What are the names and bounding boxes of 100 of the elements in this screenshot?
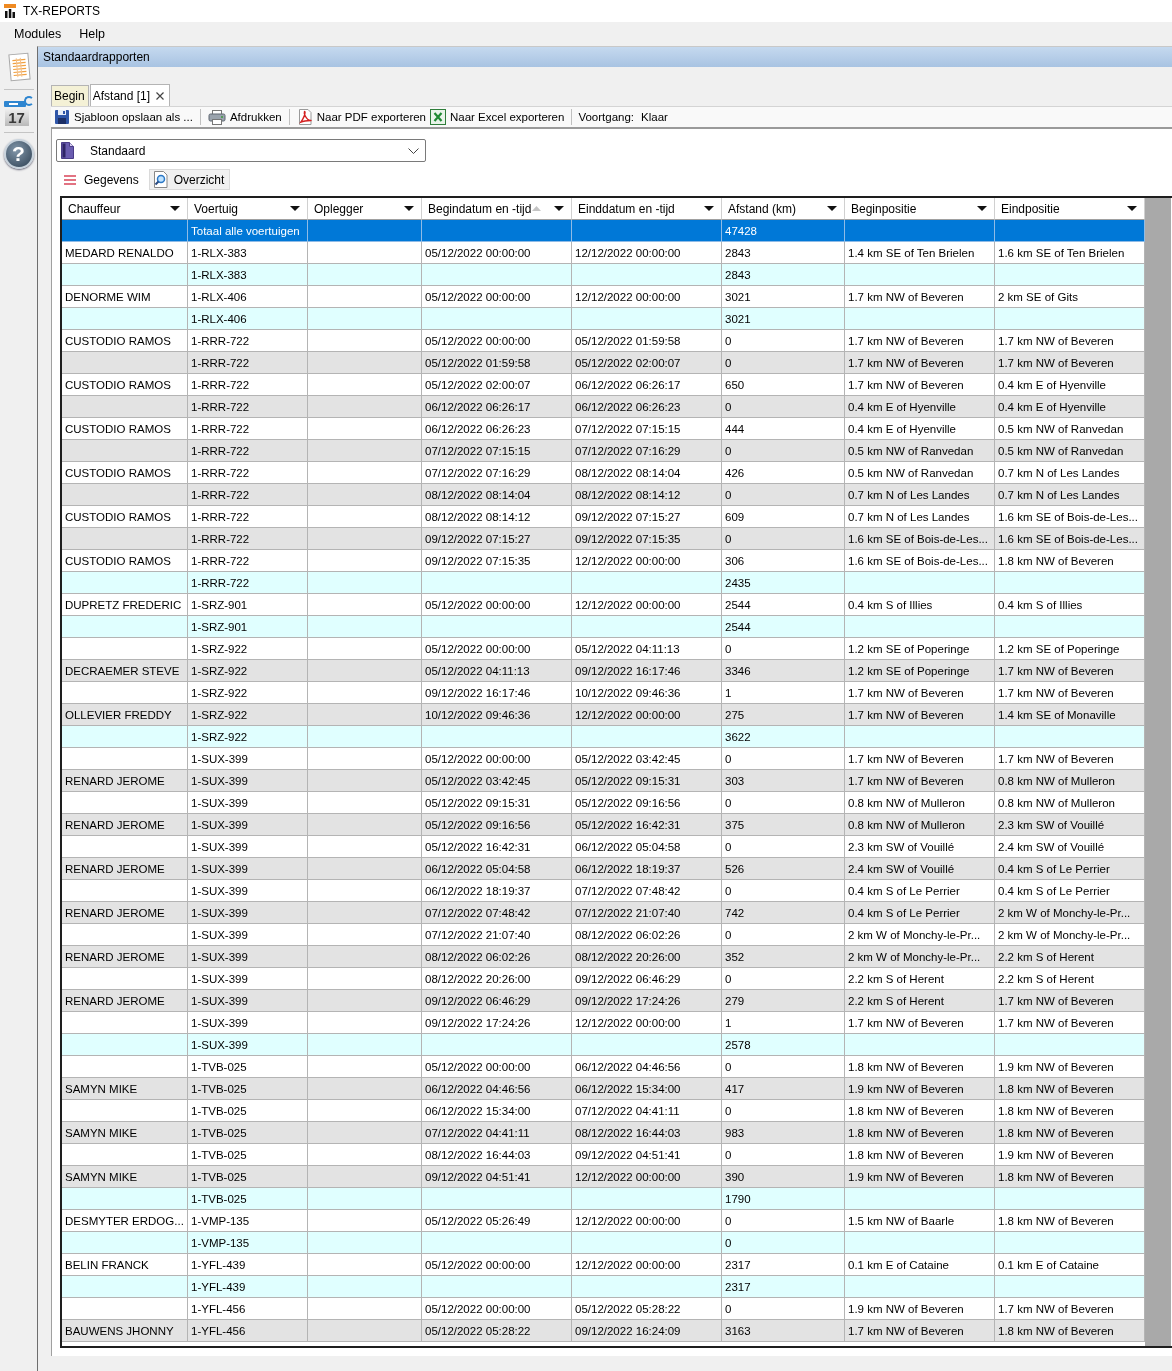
progress-status: Klaar	[641, 111, 668, 123]
caret-down-icon[interactable]	[554, 206, 564, 211]
calendar-button[interactable]: 17	[3, 96, 34, 126]
table-row[interactable]: BAUWENS JHONNY 1-YFL-456 05/12/2022 05:28:22 09/12/2022 16:24:09 3163 1.7 km NW of Beveren 1.8 km NW of Beveren	[62, 1320, 1145, 1342]
table-row[interactable]: RENARD JEROME 1-SUX-399 09/12/2022 06:46:29 09/12/2022 17:24:26 279 2.2 km S of Herent 1.7 km NW of Beveren	[62, 990, 1145, 1012]
table-row[interactable]: 1-RRR-722 05/12/2022 01:59:58 05/12/2022 02:00:07 0 1.7 km NW of Beveren 1.7 km NW of Beveren	[62, 352, 1145, 374]
menu-item[interactable]: Modules	[5, 24, 71, 44]
sort-arrow-icon	[532, 206, 542, 211]
table-row[interactable]: CUSTODIO RAMOS 1-RRR-722 05/12/2022 02:00:07 06/12/2022 06:26:17 650 1.7 km NW of Beveren 0.4 km E of Hyenville	[62, 374, 1145, 396]
table-row[interactable]: Totaal alle voertuigen 47428	[62, 220, 1145, 242]
table-row[interactable]: SAMYN MIKE 1-TVB-025 06/12/2022 04:46:56 06/12/2022 15:34:00 417 1.9 km NW of Beveren 1.8 km NW of Beveren	[62, 1078, 1145, 1100]
excel-export-button[interactable]: Naar Excel exporteren	[428, 109, 567, 125]
table-row[interactable]: 1-SRZ-922 3622	[62, 726, 1145, 748]
help-button[interactable]: ?	[3, 139, 34, 169]
table-row[interactable]: 1-RRR-722 2435	[62, 572, 1145, 594]
table-row[interactable]: MEDARD RENALDO 1-RLX-383 05/12/2022 00:00:00 12/12/2022 00:00:00 2843 1.4 km SE of Ten Brielen 1.6 km SE of Ten Brielen	[62, 242, 1145, 264]
column-header[interactable]: Beginpositie	[845, 198, 995, 220]
table-row[interactable]: 1-SUX-399 05/12/2022 16:42:31 06/12/2022 05:04:58 0 2.3 km SW of Vouillé 2.4 km SW of Vouillé	[62, 836, 1145, 858]
caret-down-icon[interactable]	[290, 206, 300, 211]
table-row[interactable]: 1-RLX-406 3021	[62, 308, 1145, 330]
table-row[interactable]: OLLEVIER FREDDY 1-SRZ-922 10/12/2022 09:46:36 12/12/2022 00:00:00 275 1.7 km NW of Beveren 1.4 km SE of Monaville	[62, 704, 1145, 726]
table-row[interactable]: RENARD JEROME 1-SUX-399 08/12/2022 06:02:26 08/12/2022 20:26:00 352 2 km W of Monchy-le-Pr... 2.2 km S of Herent	[62, 946, 1145, 968]
table-row[interactable]: CUSTODIO RAMOS 1-RRR-722 05/12/2022 00:00:00 05/12/2022 01:59:58 0 1.7 km NW of Beveren 1.7 km NW of Beveren	[62, 330, 1145, 352]
table-row[interactable]: RENARD JEROME 1-SUX-399 07/12/2022 07:48:42 07/12/2022 21:07:40 742 0.4 km S of Le Perrier 2 km W of Monchy-le-Pr...	[62, 902, 1145, 924]
column-header[interactable]: Oplegger	[308, 198, 422, 220]
table-row[interactable]: CUSTODIO RAMOS 1-RRR-722 07/12/2022 07:16:29 08/12/2022 08:14:04 426 0.5 km NW of Ranvedan 0.7 km N of Les Landes	[62, 462, 1145, 484]
table-cell: 3163	[722, 1320, 845, 1342]
table-row[interactable]: 1-VMP-135 0	[62, 1232, 1145, 1254]
spreadsheet-icon	[430, 109, 446, 125]
list-icon	[63, 173, 77, 186]
table-row[interactable]: 1-RLX-383 2843	[62, 264, 1145, 286]
table-row[interactable]: CUSTODIO RAMOS 1-RRR-722 08/12/2022 08:14:12 09/12/2022 07:15:27 609 0.7 km N of Les Landes 1.6 km SE of Bois-de-Les...	[62, 506, 1145, 528]
chevron-down-icon[interactable]	[408, 147, 419, 154]
table-cell: 1.7 km NW of Beveren	[845, 1320, 995, 1342]
table-row[interactable]: 1-RRR-722 06/12/2022 06:26:17 06/12/2022 06:26:23 0 0.4 km E of Hyenville 0.4 km E of Hyenville	[62, 396, 1145, 418]
table-row[interactable]: DECRAEMER STEVE 1-SRZ-922 05/12/2022 04:11:13 09/12/2022 16:17:46 3346 1.2 km SE of Poperinge 1.7 km NW of Beveren	[62, 660, 1145, 682]
table-row[interactable]: 1-TVB-025 08/12/2022 16:44:03 09/12/2022 04:51:41 0 1.8 km NW of Beveren 1.9 km NW of Beveren	[62, 1144, 1145, 1166]
table-row[interactable]: DUPRETZ FREDERIC 1-SRZ-901 05/12/2022 00:00:00 12/12/2022 00:00:00 2544 0.4 km S of Illies 0.4 km S of Illies	[62, 594, 1145, 616]
caret-down-icon[interactable]	[404, 206, 414, 211]
table-cell: 09/12/2022 16:24:09	[572, 1320, 722, 1342]
table-row[interactable]: RENARD JEROME 1-SUX-399 05/12/2022 03:42:45 05/12/2022 09:15:31 303 1.7 km NW of Beveren 0.8 km NW of Mulleron	[62, 770, 1145, 792]
column-header[interactable]: Einddatum en -tijd	[572, 198, 722, 220]
scrollbar[interactable]	[1145, 198, 1171, 1346]
magnifier-document-icon	[152, 171, 169, 188]
table-row[interactable]: 1-SRZ-922 05/12/2022 00:00:00 05/12/2022 04:11:13 0 1.2 km SE of Poperinge 1.2 km SE of Poperinge	[62, 638, 1145, 660]
table-row[interactable]: BELIN FRANCK 1-YFL-439 05/12/2022 00:00:00 12/12/2022 00:00:00 2317 0.1 km E of Cataine 0.1 km E of Cataine	[62, 1254, 1145, 1276]
save-template-button[interactable]: Sjabloon opslaan als ...	[52, 109, 195, 125]
table-row[interactable]: 1-SUX-399 05/12/2022 09:15:31 05/12/2022 09:16:56 0 0.8 km NW of Mulleron 0.8 km NW of Mulleron	[62, 792, 1145, 814]
table-row[interactable]: CUSTODIO RAMOS 1-RRR-722 06/12/2022 06:26:23 07/12/2022 07:15:15 444 0.4 km E of Hyenville 0.5 km NW of Ranvedan	[62, 418, 1145, 440]
table-row[interactable]: RENARD JEROME 1-SUX-399 06/12/2022 05:04:58 06/12/2022 18:19:37 526 2.4 km SW of Vouillé 0.4 km S of Le Perrier	[62, 858, 1145, 880]
table-row[interactable]: 1-YFL-439 2317	[62, 1276, 1145, 1298]
table-row[interactable]: DESMYTER ERDOG... 1-VMP-135 05/12/2022 05:26:49 12/12/2022 00:00:00 0 1.5 km NW of Baarle 1.8 km NW of Beveren	[62, 1210, 1145, 1232]
window-title: TX-REPORTS	[23, 4, 101, 18]
column-header[interactable]: Eindpositie	[995, 198, 1145, 220]
table-cell: BAUWENS JHONNY	[62, 1320, 188, 1342]
table-row[interactable]: 1-RRR-722 07/12/2022 07:15:15 07/12/2022 07:16:29 0 0.5 km NW of Ranvedan 0.5 km NW of Ranvedan	[62, 440, 1145, 462]
column-header[interactable]: Voertuig	[188, 198, 308, 220]
template-select[interactable]: Standaard	[56, 139, 426, 162]
table-row[interactable]: 1-SRZ-901 2544	[62, 616, 1145, 638]
table-row[interactable]: 1-SUX-399 05/12/2022 00:00:00 05/12/2022 03:42:45 0 1.7 km NW of Beveren 1.7 km NW of Beveren	[62, 748, 1145, 770]
table-row[interactable]: 1-TVB-025 05/12/2022 00:00:00 06/12/2022 04:46:56 0 1.8 km NW of Beveren 1.9 km NW of Beveren	[62, 1056, 1145, 1078]
table-row[interactable]: 1-RRR-722 08/12/2022 08:14:04 08/12/2022 08:14:12 0 0.7 km N of Les Landes 0.7 km N of Les Landes	[62, 484, 1145, 506]
table-row[interactable]: 1-SUX-399 08/12/2022 20:26:00 09/12/2022 06:46:29 0 2.2 km S of Herent 2.2 km S of Herent	[62, 968, 1145, 990]
caret-down-icon[interactable]	[977, 206, 987, 211]
pdf-document-icon	[296, 109, 313, 125]
caret-down-icon[interactable]	[170, 206, 180, 211]
pdf-export-button[interactable]: Naar PDF exporteren	[294, 109, 428, 125]
view-tab[interactable]: Overzicht	[148, 169, 231, 190]
panel-header: Standaardrapporten	[38, 47, 1172, 67]
column-header[interactable]: Begindatum en -tijd	[422, 198, 572, 220]
column-header[interactable]: Chauffeur	[62, 198, 188, 220]
table-row[interactable]: 1-SUX-399 07/12/2022 21:07:40 08/12/2022 06:02:26 0 2 km W of Monchy-le-Pr... 2 km W of Monchy-le-Pr...	[62, 924, 1145, 946]
close-icon[interactable]	[156, 91, 165, 100]
table-row[interactable]: CUSTODIO RAMOS 1-RRR-722 09/12/2022 07:15:35 12/12/2022 00:00:00 306 1.6 km SE of Bois-de-Les... 1.8 km NW of Beveren	[62, 550, 1145, 572]
table-cell: 1-YFL-456	[188, 1320, 308, 1342]
table-row[interactable]: DENORME WIM 1-RLX-406 05/12/2022 00:00:00 12/12/2022 00:00:00 3021 1.7 km NW of Beveren 2 km SE of Gits	[62, 286, 1145, 308]
report-sheet-icon	[5, 52, 32, 82]
column-header[interactable]: Afstand (km)	[722, 198, 845, 220]
caret-down-icon[interactable]	[827, 206, 837, 211]
table-row[interactable]: 1-SUX-399 2578	[62, 1034, 1145, 1056]
menu-item[interactable]: Help	[70, 24, 114, 44]
printer-icon	[207, 109, 226, 125]
table-row[interactable]: 1-SUX-399 06/12/2022 18:19:37 07/12/2022 07:48:42 0 0.4 km S of Le Perrier 0.4 km S of Le Perrier	[62, 880, 1145, 902]
print-button[interactable]: Afdrukken	[205, 109, 284, 125]
caret-down-icon[interactable]	[704, 206, 714, 211]
document-icon	[61, 142, 74, 159]
table-row[interactable]: 1-TVB-025 1790	[62, 1188, 1145, 1210]
table-row[interactable]: 1-SUX-399 09/12/2022 17:24:26 12/12/2022 00:00:00 1 1.7 km NW of Beveren 1.7 km NW of Beveren	[62, 1012, 1145, 1034]
tab[interactable]: Afstand [1]	[89, 84, 171, 106]
table-row[interactable]: RENARD JEROME 1-SUX-399 05/12/2022 09:16:56 05/12/2022 16:42:31 375 0.8 km NW of Mulleron 2.3 km SW of Vouillé	[62, 814, 1145, 836]
table-row[interactable]: SAMYN MIKE 1-TVB-025 07/12/2022 04:41:11 08/12/2022 16:44:03 983 1.8 km NW of Beveren 1.8 km NW of Beveren	[62, 1122, 1145, 1144]
tab[interactable]: Begin	[51, 85, 89, 106]
table-row[interactable]: 1-TVB-025 06/12/2022 15:34:00 07/12/2022 04:41:11 0 1.8 km NW of Beveren 1.8 km NW of Beveren	[62, 1100, 1145, 1122]
table-row[interactable]: 1-YFL-456 05/12/2022 00:00:00 05/12/2022 05:28:22 0 1.9 km NW of Beveren 1.7 km NW of Beveren	[62, 1298, 1145, 1320]
progress-label: Voortgang:	[578, 111, 635, 123]
table-row[interactable]: 1-SRZ-922 09/12/2022 16:17:46 10/12/2022 09:46:36 1 1.7 km NW of Beveren 1.7 km NW of Beveren	[62, 682, 1145, 704]
table-row[interactable]: 1-RRR-722 09/12/2022 07:15:27 09/12/2022 07:15:35 0 1.6 km SE of Bois-de-Les... 1.6 km SE of Bois-de-Les...	[62, 528, 1145, 550]
table-cell: 05/12/2022 05:28:22	[422, 1320, 572, 1342]
caret-down-icon[interactable]	[1127, 206, 1137, 211]
table-row[interactable]: SAMYN MIKE 1-TVB-025 09/12/2022 04:51:41 12/12/2022 00:00:00 390 1.9 km NW of Beveren 1.8 km NW of Beveren	[62, 1166, 1145, 1188]
